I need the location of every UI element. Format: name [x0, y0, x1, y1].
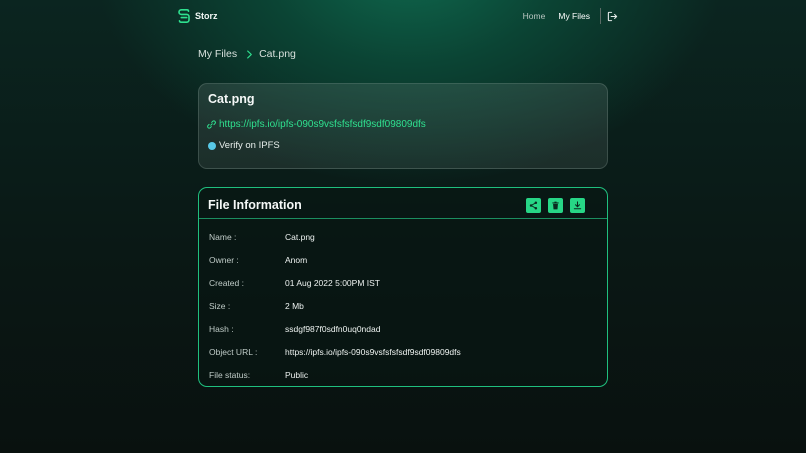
download-button[interactable] — [570, 198, 585, 213]
info-row-file-status: File status: Public — [209, 363, 599, 386]
info-row-created: Created : 01 Aug 2022 5:00PM IST — [209, 271, 599, 294]
nav-right: Home My Files — [523, 8, 618, 24]
info-row-name: Name : Cat.png — [209, 225, 599, 248]
info-value: Public — [285, 369, 309, 380]
chevron-right-icon — [247, 49, 252, 59]
file-information-title: File Information — [208, 198, 302, 212]
object-url-value[interactable]: https://ipfs.io/ipfs-090s9vsfsfsfsdf9sdf… — [285, 347, 461, 357]
breadcrumb-current-file: Cat.png — [259, 48, 296, 60]
nav-link-my-files[interactable]: My Files — [558, 11, 590, 21]
storz-logo-icon — [178, 9, 190, 23]
file-actions — [526, 198, 585, 213]
delete-button[interactable] — [548, 198, 563, 213]
verify-status-dot-icon — [208, 141, 216, 150]
brand[interactable]: Storz — [178, 9, 218, 23]
info-row-owner: Owner : Anom — [209, 248, 599, 271]
info-value: Cat.png — [285, 231, 315, 242]
ipfs-link[interactable]: https://ipfs.io/ipfs-090s9vsfsfsfsdf9sdf… — [219, 119, 426, 130]
info-value: Anom — [285, 254, 308, 265]
brand-name: Storz — [195, 11, 218, 21]
delete-icon — [552, 201, 559, 210]
file-information-card: File Information Name: Cat.png Owner: … — [198, 187, 608, 387]
nav-link-home[interactable]: Home — [523, 11, 546, 21]
file-summary-card: Cat.png https://ipfs.io/ipfs-090s9vsfsfs… — [198, 83, 608, 169]
top-nav: Storz Home My Files — [178, 7, 618, 25]
share-icon — [529, 201, 538, 210]
download-icon — [573, 201, 582, 210]
info-label: Name : — [209, 231, 237, 242]
file-title: Cat.png — [208, 92, 255, 106]
info-value: 2 Mb — [285, 300, 304, 311]
info-label: Object URL : — [209, 346, 258, 357]
info-label: Owner : — [209, 254, 239, 265]
breadcrumb: My Files Cat.png — [198, 48, 296, 60]
info-label: Hash : — [209, 323, 234, 334]
file-link-row: https://ipfs.io/ipfs-090s9vsfsfsfsdf9sdf… — [207, 119, 426, 130]
file-information-rows: Name : Cat.png Owner : Anom Created : 01… — [209, 225, 599, 386]
info-row-size: Size : 2 Mb — [209, 294, 599, 317]
info-value: 01 Aug 2022 5:00PM IST — [285, 277, 380, 288]
info-label: File status: — [209, 369, 251, 380]
info-label: Created : — [209, 277, 244, 288]
info-label: Size : — [209, 300, 231, 311]
share-button[interactable] — [526, 198, 541, 213]
info-row-hash: Hash : ssdgf987f0sdfn0uq0ndad — [209, 317, 599, 340]
nav-divider — [600, 8, 601, 24]
file-information-header: File Information — [199, 188, 607, 219]
logout-icon[interactable] — [607, 11, 618, 22]
verify-on-ipfs[interactable]: Verify on IPFS — [208, 140, 280, 151]
breadcrumb-my-files[interactable]: My Files — [198, 48, 237, 60]
link-icon — [207, 120, 216, 129]
app-window: Storz Home My Files My Files Cat.png Cat… — [0, 0, 806, 453]
info-row-object-url: Object URL : https://ipfs.io/ipfs-090s9v… — [209, 340, 599, 363]
verify-label: Verify on IPFS — [219, 140, 280, 151]
info-value: ssdgf987f0sdfn0uq0ndad — [285, 323, 381, 334]
